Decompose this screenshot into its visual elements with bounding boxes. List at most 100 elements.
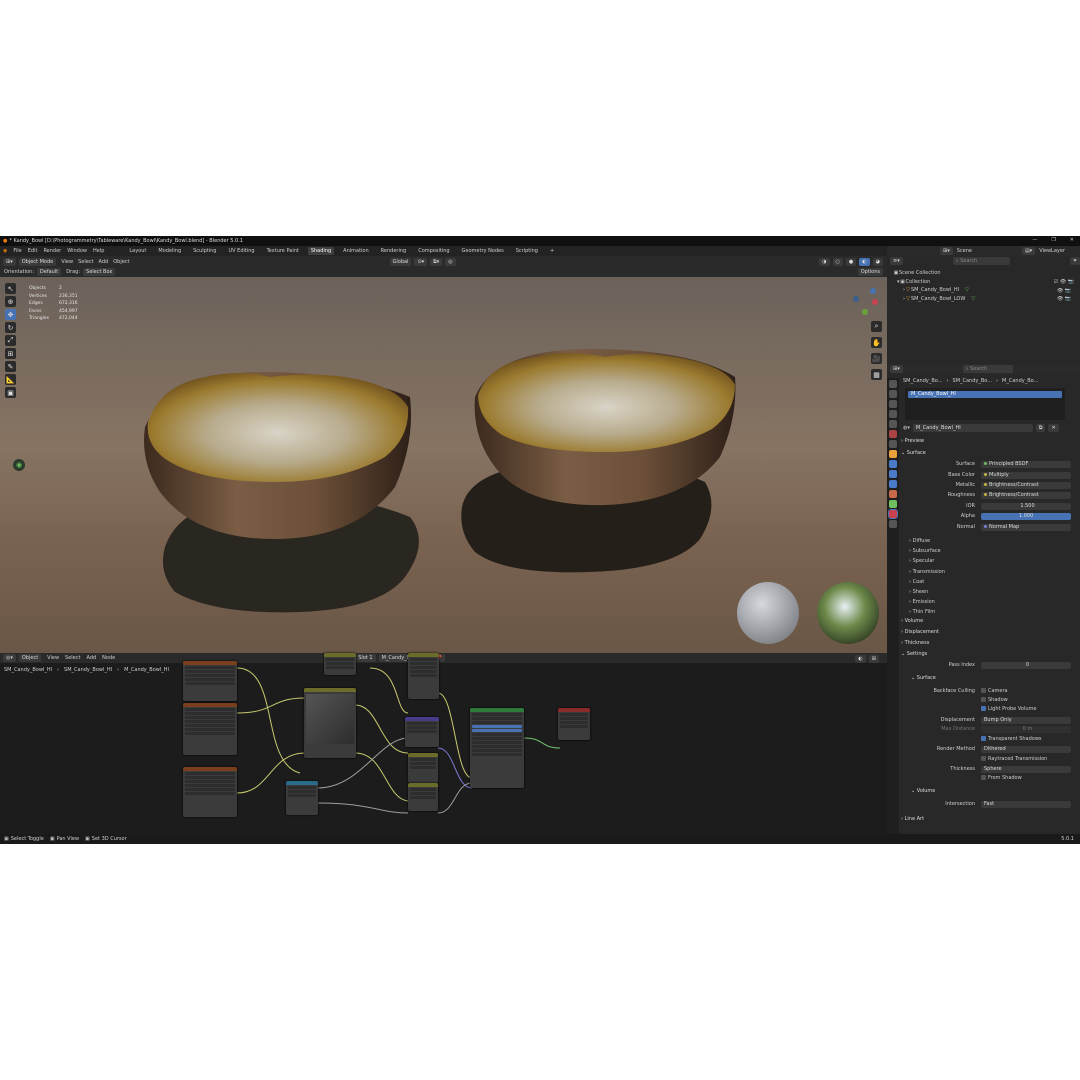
drag-dropdown[interactable]: Select Box bbox=[83, 268, 116, 276]
camera-view-icon[interactable]: 🎥 bbox=[871, 353, 882, 364]
settings-panel-header[interactable]: ⌄ Settings bbox=[901, 651, 927, 657]
subpanel-thin-film[interactable]: › Thin Film bbox=[909, 607, 945, 617]
menu-file[interactable]: File bbox=[13, 248, 21, 254]
output-tab-icon[interactable] bbox=[889, 400, 897, 408]
subpanel-subsurface[interactable]: › Subsurface bbox=[909, 546, 945, 556]
tab-scripting[interactable]: Scripting bbox=[513, 247, 541, 255]
thickness-dropdown[interactable]: Sphere bbox=[981, 766, 1071, 773]
tab-shading[interactable]: Shading bbox=[307, 247, 335, 255]
data-tab-icon[interactable] bbox=[889, 500, 897, 508]
subpanel-diffuse[interactable]: › Diffuse bbox=[909, 536, 945, 546]
surface-panel-header[interactable]: ⌄ Surface bbox=[901, 450, 926, 456]
image-texture-node[interactable] bbox=[183, 703, 237, 755]
menu-render[interactable]: Render bbox=[43, 248, 61, 254]
gizmo-icon[interactable]: ⊞ bbox=[868, 655, 879, 663]
multiply-node[interactable] bbox=[324, 653, 356, 675]
camera-checkbox[interactable]: Camera bbox=[981, 688, 1008, 694]
menu-help[interactable]: Help bbox=[93, 248, 104, 254]
viewport-menu-view[interactable]: View bbox=[61, 259, 73, 265]
mix-node[interactable] bbox=[408, 653, 439, 699]
light-probe-volume-checkbox[interactable]: Light Probe Volume bbox=[981, 706, 1036, 712]
shadow-checkbox[interactable]: Shadow bbox=[981, 697, 1008, 703]
tab-geometry-nodes[interactable]: Geometry Nodes bbox=[459, 247, 507, 255]
material-slot-item[interactable]: M_Candy_Bowl_HI bbox=[908, 391, 1062, 398]
collection-tab-icon[interactable] bbox=[889, 440, 897, 448]
material-name-field[interactable]: M_Candy_Bowl_HI bbox=[912, 424, 1033, 432]
outliner-type-icon[interactable]: ≡▾ bbox=[890, 257, 903, 265]
texture-tab-icon[interactable] bbox=[889, 520, 897, 528]
settings-volume-header[interactable]: ⌄ Volume bbox=[911, 788, 935, 794]
constraints-tab-icon[interactable] bbox=[889, 490, 897, 498]
render-tab-icon[interactable] bbox=[889, 390, 897, 398]
visibility-icon[interactable]: ◑ bbox=[819, 258, 830, 266]
menu-edit[interactable]: Edit bbox=[28, 248, 38, 254]
viewport-menu-object[interactable]: Object bbox=[113, 259, 129, 265]
ior-field[interactable]: 1.500 bbox=[981, 503, 1071, 510]
view-layer-icon[interactable]: ▤▾ bbox=[1021, 247, 1036, 255]
roughness-field[interactable]: Brightness/Contrast bbox=[981, 492, 1071, 499]
principled-bsdf-node[interactable] bbox=[470, 708, 524, 788]
alpha-slider[interactable]: 1.000 bbox=[981, 513, 1071, 520]
tree-item-object[interactable]: › ▽ SM_Candy_Bowl_LOW ▽ bbox=[903, 295, 975, 304]
tab-layout[interactable]: Layout bbox=[126, 247, 149, 255]
intersection-dropdown[interactable]: Fast bbox=[981, 801, 1071, 808]
transparent-shadows-checkbox[interactable]: Transparent Shadows bbox=[981, 736, 1042, 742]
image-texture-node[interactable] bbox=[183, 661, 237, 701]
view-layer-name[interactable]: ViewLayer bbox=[1039, 248, 1065, 254]
scene-tab-icon[interactable] bbox=[889, 420, 897, 428]
line-art-panel-header[interactable]: › Line Art bbox=[901, 816, 924, 822]
tab-compositing[interactable]: Compositing bbox=[415, 247, 452, 255]
properties-search[interactable]: ⌕ Search bbox=[962, 365, 1013, 373]
blender-menu-icon[interactable]: ◉ bbox=[3, 248, 7, 254]
material-shading-icon[interactable]: ◐ bbox=[859, 258, 870, 266]
ortho-toggle-icon[interactable]: ▦ bbox=[871, 369, 882, 380]
raytraced-transmission-checkbox[interactable]: Raytraced Transmission bbox=[981, 756, 1047, 762]
material-slot-list[interactable]: M_Candy_Bowl_HI bbox=[905, 388, 1065, 420]
volume-panel-header[interactable]: › Volume bbox=[901, 618, 923, 624]
options-button[interactable]: Options bbox=[857, 268, 883, 276]
tab-sculpting[interactable]: Sculpting bbox=[190, 247, 219, 255]
object-tab-icon[interactable] bbox=[889, 450, 897, 458]
overlay-icon[interactable]: ◐ bbox=[855, 655, 866, 663]
light-gizmo-icon[interactable]: ◉ bbox=[13, 459, 25, 471]
material-output-node[interactable] bbox=[558, 708, 590, 740]
tool-tab-icon[interactable] bbox=[889, 380, 897, 388]
navigation-gizmo[interactable] bbox=[851, 285, 881, 315]
3d-viewport[interactable]: ↖ ⊕ ✥ ↻ ⤢ ⊞ ✎ 📐 ▣ ◉ Objects 2 Vertices 236… bbox=[0, 277, 887, 653]
tab-rendering[interactable]: Rendering bbox=[378, 247, 410, 255]
subpanel-specular[interactable]: › Specular bbox=[909, 556, 945, 566]
tab-modeling[interactable]: Modeling bbox=[155, 247, 184, 255]
filter-icon[interactable]: ⏷ bbox=[1069, 257, 1080, 265]
viewport-menu-select[interactable]: Select bbox=[78, 259, 93, 265]
snap-icon[interactable]: ⧉▾ bbox=[430, 257, 443, 266]
render-method-dropdown[interactable]: Dithered bbox=[981, 746, 1071, 753]
subpanel-emission[interactable]: › Emission bbox=[909, 597, 945, 607]
particles-tab-icon[interactable] bbox=[889, 470, 897, 478]
scene-icon[interactable]: ⊞▾ bbox=[940, 247, 953, 255]
maximize-icon[interactable]: ❐ bbox=[1051, 237, 1055, 243]
thickness-panel-header[interactable]: › Thickness bbox=[901, 640, 929, 646]
world-tab-icon[interactable] bbox=[889, 430, 897, 438]
orientation-dropdown[interactable]: Default bbox=[36, 268, 62, 276]
viewport-menu-add[interactable]: Add bbox=[99, 259, 109, 265]
shader-node-editor[interactable]: ◎▾ Object View Select Add Node Slot 1 M_… bbox=[0, 653, 887, 834]
visibility-toggle[interactable]: 👁 📷 bbox=[1054, 287, 1074, 296]
outliner-search[interactable]: ⌕ Search bbox=[952, 257, 1010, 265]
cursor-tool-icon[interactable]: ⊕ bbox=[5, 296, 16, 307]
rotate-tool-icon[interactable]: ↻ bbox=[5, 322, 16, 333]
metallic-field[interactable]: Brightness/Contrast bbox=[981, 482, 1071, 489]
tree-item-scene-collection[interactable]: ▣ Scene Collection bbox=[893, 269, 975, 278]
settings-surface-header[interactable]: ⌄ Surface bbox=[911, 675, 936, 681]
brightness-contrast-node[interactable] bbox=[408, 753, 438, 783]
transform-tool-icon[interactable]: ⊞ bbox=[5, 348, 16, 359]
displacement-dropdown[interactable]: Bump Only bbox=[981, 717, 1071, 724]
from-shadow-checkbox[interactable]: From Shadow bbox=[981, 775, 1022, 781]
rgb-curves-node[interactable] bbox=[304, 688, 356, 758]
visibility-toggle[interactable]: ☑ 👁 📷 bbox=[1054, 278, 1074, 287]
editor-type-icon[interactable]: ⊞▾ bbox=[3, 257, 16, 266]
pan-icon[interactable]: ✋ bbox=[871, 337, 882, 348]
annotate-tool-icon[interactable]: ✎ bbox=[5, 361, 16, 372]
visibility-toggle[interactable]: 👁 📷 bbox=[1054, 295, 1074, 304]
surface-shader-field[interactable]: Principled BSDF bbox=[981, 461, 1071, 468]
pass-index-field[interactable]: 0 bbox=[981, 662, 1071, 669]
